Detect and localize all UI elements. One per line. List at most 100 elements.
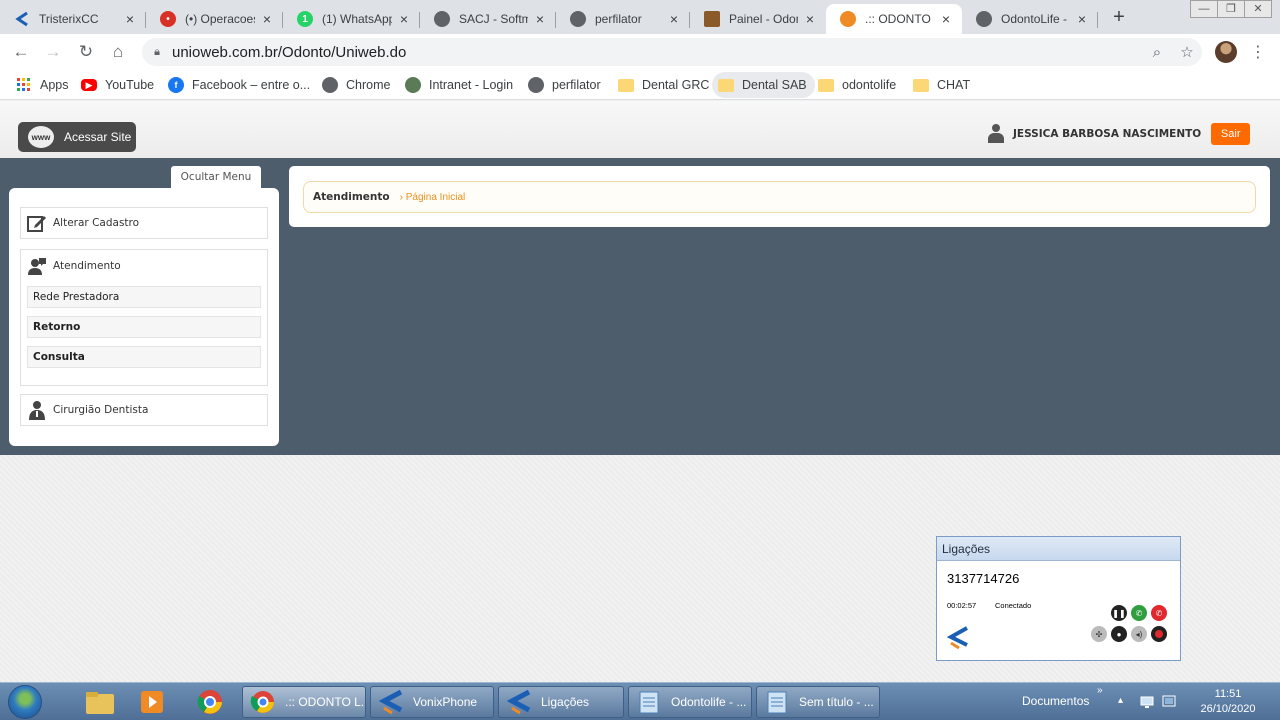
close-icon[interactable]: ×: [259, 11, 275, 27]
call-status: Conectado: [995, 601, 1032, 610]
phone-hangup-icon[interactable]: ✆: [1151, 605, 1167, 621]
microphone-icon[interactable]: ●: [1111, 626, 1127, 642]
bookmark-folder-odontolife[interactable]: odontolife: [812, 72, 902, 98]
tray-expand-icon[interactable]: ▴: [1118, 695, 1132, 709]
bookmark-star-icon[interactable]: ☆: [1172, 43, 1202, 61]
tab-tristerix[interactable]: TristerixCC ×: [0, 4, 146, 34]
breadcrumb-section: Atendimento: [313, 191, 390, 203]
youtube-icon: ▶: [81, 79, 97, 91]
windows-start-button[interactable]: [8, 685, 42, 719]
facebook-icon: f: [168, 77, 184, 93]
system-clock[interactable]: 11:51 26/10/2020: [1196, 687, 1260, 717]
bookmark-apps[interactable]: Apps: [10, 72, 75, 98]
close-icon[interactable]: ×: [396, 11, 412, 27]
close-icon[interactable]: ×: [802, 11, 818, 27]
chrome-icon[interactable]: [190, 686, 230, 718]
globe-icon: [976, 11, 992, 27]
bookmark-perfilator[interactable]: perfilator: [522, 72, 607, 98]
zoom-icon[interactable]: ⌕: [1142, 44, 1172, 61]
vonix-logo-icon: [945, 625, 971, 651]
documents-toolbar[interactable]: Documentos: [1022, 694, 1089, 708]
close-icon[interactable]: ×: [532, 11, 548, 27]
bookmark-folder-dental-sab[interactable]: Dental SAB: [712, 72, 815, 98]
submenu-rede-prestadora[interactable]: Rede Prestadora: [27, 286, 261, 308]
tab-sacj[interactable]: SACJ - Softm ×: [420, 4, 556, 34]
acessar-site-button[interactable]: www Acessar Site: [18, 122, 136, 152]
bookmark-facebook[interactable]: f Facebook – entre o...: [162, 72, 316, 98]
forward-arrow-icon[interactable]: →: [42, 42, 64, 64]
media-player-icon[interactable]: [132, 686, 172, 718]
transfer-icon[interactable]: ✣: [1091, 626, 1107, 642]
hide-menu-tab[interactable]: Ocultar Menu: [171, 166, 261, 188]
home-icon[interactable]: ⌂: [107, 42, 129, 64]
ligacoes-title[interactable]: Ligações: [937, 537, 1180, 561]
phone-answer-icon[interactable]: ✆: [1131, 605, 1147, 621]
submenu-retorno[interactable]: Retorno: [27, 316, 261, 338]
apps-grid-icon: [16, 77, 32, 93]
user-icon: [988, 124, 1004, 144]
chevron-right-icon[interactable]: »: [1097, 685, 1111, 699]
new-tab-button[interactable]: +: [1108, 6, 1130, 28]
close-icon[interactable]: ×: [938, 11, 954, 27]
menu-alterar-cadastro[interactable]: Alterar Cadastro: [20, 207, 268, 239]
browser-tab-strip: TristerixCC × • (•) Operacoes × 1 (1) Wh…: [0, 0, 1280, 34]
taskbar-window-vonixphone[interactable]: VonixPhone: [370, 686, 494, 718]
restore-icon[interactable]: ❐: [1217, 0, 1245, 18]
monitor-icon[interactable]: [1162, 695, 1176, 709]
globe-icon: [570, 11, 586, 27]
notepad-icon: [635, 689, 663, 715]
globe-icon: [322, 77, 338, 93]
tab-odontolife[interactable]: OdontoLife - ×: [962, 4, 1098, 34]
windows-taskbar: .:: ODONTO L... VonixPhone Ligações Odon…: [0, 682, 1280, 720]
tab-operacoes[interactable]: • (•) Operacoes ×: [146, 4, 283, 34]
folder-icon: [818, 78, 834, 92]
reload-icon[interactable]: ↻: [75, 42, 97, 64]
taskbar-window-odonto[interactable]: .:: ODONTO L...: [242, 686, 366, 718]
bookmark-folder-chat[interactable]: CHAT: [907, 72, 976, 98]
globe-icon: [528, 77, 544, 93]
bookmark-folder-dental-grc[interactable]: Dental GRC: [612, 72, 715, 98]
tab-whatsapp[interactable]: 1 (1) WhatsApp ×: [283, 4, 420, 34]
address-bar[interactable]: 🔒︎ unioweb.com.br/Odonto/Uniweb.do ⌕ ☆: [142, 38, 1202, 66]
close-window-icon[interactable]: ✕: [1244, 0, 1272, 18]
close-icon[interactable]: ×: [666, 11, 682, 27]
tab-perfilator[interactable]: perfilator ×: [556, 4, 690, 34]
user-name: JESSICA BARBOSA NASCIMENTO: [1013, 128, 1202, 140]
bookmark-chrome[interactable]: Chrome: [316, 72, 396, 98]
menu-cirurgiao-dentista[interactable]: Cirurgião Dentista: [20, 394, 268, 426]
network-icon[interactable]: [1140, 695, 1154, 709]
ligacoes-call-window: Ligações 3137714726 00:02:57 Conectado ❚…: [936, 536, 1181, 661]
lock-icon: 🔒︎: [154, 45, 160, 58]
logout-button[interactable]: Sair: [1211, 123, 1251, 145]
tab-painel[interactable]: Painel - Odon ×: [690, 4, 826, 34]
close-icon[interactable]: ×: [122, 11, 138, 27]
menu-atendimento: Atendimento Rede Prestadora Retorno Cons…: [20, 249, 268, 386]
submenu-consulta[interactable]: Consulta: [27, 346, 261, 368]
bookmarks-bar: Apps ▶ YouTube f Facebook – entre o... C…: [0, 70, 1280, 100]
tab-odonto-active[interactable]: .:: ODONTO L ×: [826, 4, 962, 34]
folder-icon: [913, 78, 929, 92]
taskbar-window-odontolife[interactable]: Odontolife - ...: [628, 686, 752, 718]
explorer-icon[interactable]: [80, 686, 120, 718]
vonix-icon: [377, 689, 405, 715]
folder-icon: [618, 78, 634, 92]
bookmark-intranet[interactable]: Intranet - Login: [399, 72, 519, 98]
record-icon[interactable]: [1151, 626, 1167, 642]
kebab-menu-icon[interactable]: ⋮: [1250, 42, 1266, 62]
bookmark-youtube[interactable]: ▶ YouTube: [75, 72, 160, 98]
minimize-icon[interactable]: —: [1190, 0, 1218, 18]
breadcrumb-home-link[interactable]: Página Inicial: [400, 192, 465, 203]
pause-icon[interactable]: ❚❚: [1111, 605, 1127, 621]
sidebar-menu: Alterar Cadastro Atendimento Rede Presta…: [9, 188, 279, 446]
url-text[interactable]: unioweb.com.br/Odonto/Uniweb.do: [172, 44, 1142, 61]
taskbar-window-sem-titulo[interactable]: Sem título - ...: [756, 686, 880, 718]
taskbar-window-ligacoes[interactable]: Ligações: [498, 686, 624, 718]
profile-avatar[interactable]: [1215, 41, 1237, 63]
close-icon[interactable]: ×: [1074, 11, 1090, 27]
user-info: JESSICA BARBOSA NASCIMENTO Sair: [988, 123, 1251, 145]
menu-atendimento-header[interactable]: Atendimento: [21, 250, 267, 282]
call-phone-number: 3137714726: [947, 571, 1020, 586]
back-arrow-icon[interactable]: ←: [10, 42, 32, 64]
window-controls: — ❐ ✕: [1190, 0, 1272, 20]
speaker-icon[interactable]: ◂): [1131, 626, 1147, 642]
